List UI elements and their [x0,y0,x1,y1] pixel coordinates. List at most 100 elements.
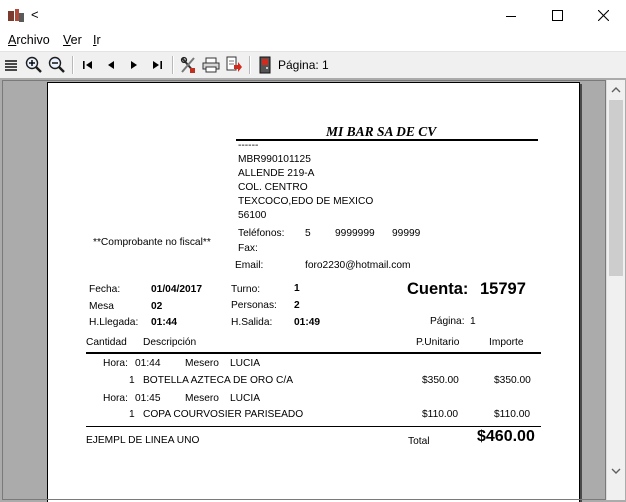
mesero-value: LUCIA [230,393,261,404]
col-punitario: P.Unitario [416,337,460,348]
toolbar: Página: 1 [0,51,626,79]
toolbar-separator [249,56,251,74]
total-value: $460.00 [477,428,535,445]
company-name: MI BAR SA DE CV [326,124,437,139]
print-button[interactable] [201,55,221,75]
zip-code: 56100 [238,210,267,221]
zoom-in-icon [25,56,42,73]
zoom-out-icon [48,56,65,73]
next-page-icon [131,61,137,69]
toolbar-separator [72,56,74,74]
hora-value: 01:44 [135,358,161,369]
item-amount: $350.00 [494,375,531,386]
phone-1: 5 [305,228,311,239]
last-page-button[interactable] [147,55,167,75]
zoom-in-button[interactable] [24,55,44,75]
total-label: Total [408,436,430,447]
cuenta-value: 15797 [480,280,526,298]
menu-ir[interactable]: Ir [93,33,101,47]
tools-button[interactable] [178,55,198,75]
hora-value: 01:45 [135,393,161,404]
pagina-label: Página: [430,316,465,327]
dashes: ------ [238,140,259,151]
hora-label: Hora: [103,393,128,404]
receipt-page: MI BAR SA DE CV ------ MBR990101125 ALLE… [47,82,580,502]
fecha-value: 01/04/2017 [151,284,202,295]
tools-icon [180,56,195,73]
minimize-button[interactable] [488,0,534,31]
header-rule [236,139,538,141]
fecha-label: Fecha: [89,284,121,295]
prev-page-button[interactable] [101,55,121,75]
zoom-out-button[interactable] [47,55,67,75]
item-description: COPA COURVOSIER PARISEADO [143,409,304,420]
llegada-value: 01:44 [151,317,178,328]
turno-value: 1 [294,283,300,294]
toolbar-separator [172,56,174,74]
item-amount: $110.00 [494,409,531,420]
address-line-1: ALLENDE 219-A [238,168,315,179]
email-value: foro2230@hotmail.com [305,260,411,271]
llegada-label: H.Llegada: [89,317,139,328]
mesero-label: Mesero [185,358,219,369]
next-page-button[interactable] [124,55,144,75]
footer-line: EJEMPL DE LINEA UNO [86,435,200,446]
items-header-rule [86,352,541,354]
mesero-label: Mesero [185,393,219,404]
scroll-up-icon[interactable] [610,84,622,96]
vertical-scrollbar[interactable] [606,80,625,500]
maximize-icon [551,10,563,21]
app-icon [8,9,24,22]
item-unit-price: $350.00 [422,375,459,386]
items-footer-rule [86,426,541,427]
item-qty: 1 [129,409,135,420]
first-page-button[interactable] [78,55,98,75]
menu-bar: Archivo Ver Ir [0,31,626,51]
close-icon [597,10,609,21]
layout-button[interactable] [1,55,21,75]
prev-page-icon [108,61,114,69]
close-button[interactable] [580,0,626,31]
fax-label: Fax: [238,243,258,254]
maximize-button[interactable] [534,0,580,31]
item-description: BOTELLA AZTECA DE ORO C/A [143,375,294,386]
exit-button[interactable] [255,55,275,75]
minimize-icon [506,15,516,17]
hora-label: Hora: [103,358,128,369]
scrollbar-thumb[interactable] [609,100,623,276]
phone-3: 99999 [392,228,421,239]
export-icon [226,56,242,72]
menu-ver[interactable]: Ver [63,33,82,47]
exit-icon [259,56,271,74]
phones-label: Teléfonos: [238,228,285,239]
layout-icon [5,60,17,71]
personas-value: 2 [294,300,300,311]
item-qty: 1 [129,375,135,386]
address-line-3: TEXCOCO,EDO DE MEXICO [238,196,374,207]
cuenta-label: Cuenta: [407,280,469,298]
salida-label: H.Salida: [231,317,273,328]
non-fiscal-note: **Comprobante no fiscal** [93,237,211,248]
personas-label: Personas: [231,300,277,311]
address-line-2: COL. CENTRO [238,182,308,193]
phone-2: 9999999 [335,228,375,239]
print-icon [202,57,220,73]
turno-label: Turno: [231,284,261,295]
first-page-icon [83,61,92,69]
menu-archivo[interactable]: Archivo [8,33,50,47]
last-page-icon [153,61,162,69]
salida-value: 01:49 [294,317,321,328]
mesa-label: Mesa [89,301,114,312]
page-indicator: Página: 1 [278,58,329,72]
rfc: MBR990101125 [238,154,311,165]
col-cantidad: Cantidad [86,337,127,348]
export-button[interactable] [224,55,244,75]
item-unit-price: $110.00 [422,409,459,420]
window-title: < [31,7,39,22]
mesa-value: 02 [151,301,163,312]
email-label: Email: [235,260,264,271]
pagina-value: 1 [470,316,476,327]
preview-area[interactable]: MI BAR SA DE CV ------ MBR990101125 ALLE… [0,78,626,502]
mesero-value: LUCIA [230,358,261,369]
scroll-down-icon[interactable] [610,465,622,477]
